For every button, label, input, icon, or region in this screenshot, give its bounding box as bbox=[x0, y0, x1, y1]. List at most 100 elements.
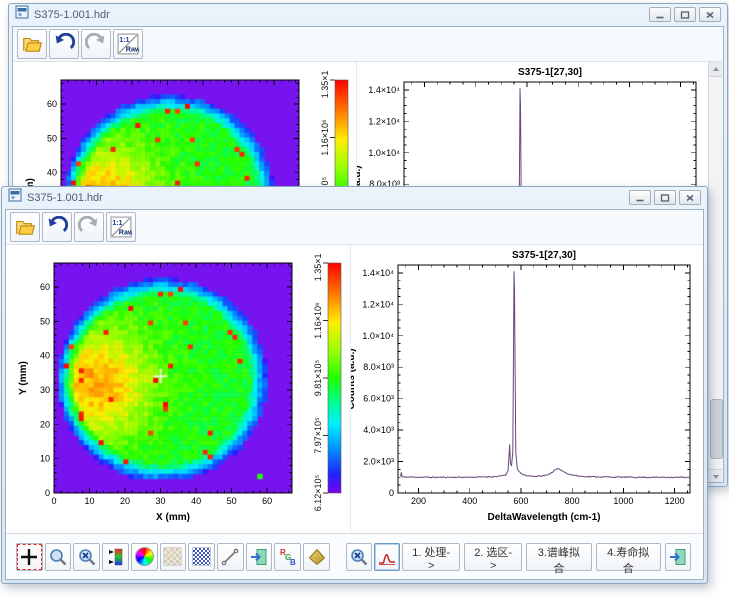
heatmap-panel: 01020304050600102030405060X (mm)Y (mm) 6… bbox=[6, 245, 350, 536]
open-folder-icon bbox=[14, 216, 36, 238]
scroll-down-button[interactable] bbox=[709, 469, 722, 483]
window-front[interactable]: S375-1.001.hdr 1:1 Raw bbox=[1, 186, 708, 584]
export-icon bbox=[249, 547, 269, 567]
zoom-reset-button[interactable] bbox=[346, 543, 372, 571]
svg-text:7.97×10⁵: 7.97×10⁵ bbox=[313, 417, 323, 454]
undo-button[interactable] bbox=[42, 212, 72, 242]
svg-text:0: 0 bbox=[389, 488, 394, 498]
step-3-peak-fit-button[interactable]: 3.谱峰拟合 bbox=[526, 543, 591, 571]
bottom-toolbar: RGB 1. 处理-> 2. 选区-> 3.谱峰拟合 4.寿命拟合 bbox=[6, 533, 703, 579]
arrow-up-icon bbox=[713, 67, 719, 71]
export-data-button[interactable] bbox=[665, 543, 691, 571]
arrow-down-icon bbox=[713, 475, 719, 479]
export-icon bbox=[668, 547, 688, 567]
surface-3d-button[interactable] bbox=[303, 543, 330, 571]
titlebar[interactable]: S375-1.001.hdr bbox=[9, 4, 727, 25]
magnifier-icon bbox=[48, 547, 68, 567]
svg-text:200: 200 bbox=[411, 496, 426, 506]
colorbar: 6.12×10⁵7.97×10⁵9.81×10⁵1.16×10⁶1.35×10⁶ bbox=[292, 253, 346, 533]
svg-text:60: 60 bbox=[40, 282, 50, 292]
svg-text:20: 20 bbox=[120, 496, 130, 506]
magnifier-x-icon bbox=[77, 547, 97, 567]
svg-text:600: 600 bbox=[513, 496, 528, 506]
redo-icon bbox=[85, 33, 107, 55]
undo-button[interactable] bbox=[49, 29, 79, 59]
svg-text:1.4×10⁴: 1.4×10⁴ bbox=[362, 268, 394, 278]
svg-text:10: 10 bbox=[85, 496, 95, 506]
redo-button[interactable] bbox=[74, 212, 104, 242]
svg-text:Raw: Raw bbox=[119, 229, 132, 237]
window-title: S375-1.001.hdr bbox=[27, 192, 624, 204]
svg-text:B: B bbox=[290, 558, 296, 567]
desktop: S375-1.001.hdr 1:1 Raw bbox=[0, 0, 729, 598]
step-2-region-button[interactable]: 2. 选区-> bbox=[464, 543, 522, 571]
svg-text:2.0×10³: 2.0×10³ bbox=[363, 457, 394, 467]
svg-text:1000: 1000 bbox=[613, 496, 633, 506]
spectrum-panel: 2004006008001000120002.0×10³4.0×10³6.0×1… bbox=[350, 245, 703, 536]
svg-text:50: 50 bbox=[47, 133, 57, 143]
svg-text:1.35×10⁶: 1.35×10⁶ bbox=[313, 253, 323, 281]
svg-text:1:1: 1:1 bbox=[119, 36, 129, 44]
svg-text:S375-1[27,30]: S375-1[27,30] bbox=[512, 250, 576, 261]
minimize-button[interactable] bbox=[649, 7, 671, 22]
svg-text:1.2×10⁴: 1.2×10⁴ bbox=[368, 116, 400, 126]
minimize-button[interactable] bbox=[629, 190, 651, 205]
svg-text:800: 800 bbox=[565, 496, 580, 506]
close-button[interactable] bbox=[699, 7, 721, 22]
spectrum-plot[interactable]: 2004006008001000120002.0×10³4.0×10³6.0×1… bbox=[351, 245, 703, 536]
app-icon bbox=[8, 188, 22, 207]
checker-light-icon bbox=[163, 547, 182, 566]
rgb-icon: RGB bbox=[278, 547, 298, 567]
open-file-button[interactable] bbox=[17, 29, 47, 59]
export-data-button[interactable] bbox=[246, 543, 273, 571]
surface-3d-icon bbox=[307, 547, 327, 567]
svg-text:40: 40 bbox=[40, 351, 50, 361]
raw-scale-button[interactable]: 1:1Raw bbox=[113, 29, 143, 59]
raw-scale-icon: 1:1 Raw bbox=[110, 216, 132, 238]
scroll-up-button[interactable] bbox=[709, 62, 722, 77]
raw-scale-button[interactable]: 1:1 Raw bbox=[106, 212, 136, 242]
color-scale-button[interactable] bbox=[102, 543, 129, 571]
svg-text:40: 40 bbox=[47, 168, 57, 178]
open-file-button[interactable] bbox=[10, 212, 40, 242]
top-toolbar: 1:1 Raw bbox=[6, 210, 703, 245]
step-4-lifetime-fit-button[interactable]: 4.寿命拟合 bbox=[596, 543, 661, 571]
redo-button[interactable] bbox=[81, 29, 111, 59]
svg-text:1.0×10⁴: 1.0×10⁴ bbox=[368, 148, 400, 158]
svg-text:60: 60 bbox=[262, 496, 272, 506]
workflow-group: 1. 处理-> 2. 选区-> 3.谱峰拟合 4.寿命拟合 bbox=[346, 543, 693, 571]
svg-text:30: 30 bbox=[40, 385, 50, 395]
zoom-in-button[interactable] bbox=[45, 543, 72, 571]
peak-fit-button[interactable] bbox=[374, 543, 400, 571]
pattern-light-button[interactable] bbox=[160, 543, 187, 571]
svg-text:1.4×10⁴: 1.4×10⁴ bbox=[368, 85, 400, 95]
svg-text:1:1: 1:1 bbox=[112, 219, 122, 227]
color-wheel-icon bbox=[135, 547, 154, 566]
vertical-scrollbar[interactable] bbox=[708, 62, 723, 483]
svg-text:6.0×10³: 6.0×10³ bbox=[363, 394, 394, 404]
line-profile-button[interactable] bbox=[217, 543, 244, 571]
titlebar[interactable]: S375-1.001.hdr bbox=[2, 187, 707, 208]
redo-icon bbox=[78, 216, 100, 238]
svg-text:1.0×10⁴: 1.0×10⁴ bbox=[362, 331, 394, 341]
peak-curve-icon bbox=[377, 547, 397, 567]
heatmap-image[interactable] bbox=[54, 263, 292, 493]
checker-blue-icon bbox=[192, 547, 211, 566]
svg-text:40: 40 bbox=[191, 496, 201, 506]
maximize-button[interactable] bbox=[654, 190, 676, 205]
svg-text:1.16×10⁶: 1.16×10⁶ bbox=[320, 119, 330, 156]
magnifier-x-icon bbox=[349, 547, 369, 567]
step-1-process-button[interactable]: 1. 处理-> bbox=[402, 543, 460, 571]
rgb-channels-button[interactable]: RGB bbox=[274, 543, 301, 571]
pattern-blue-button[interactable] bbox=[188, 543, 215, 571]
color-wheel-button[interactable] bbox=[131, 543, 158, 571]
close-button[interactable] bbox=[679, 190, 701, 205]
maximize-button[interactable] bbox=[674, 7, 696, 22]
undo-icon bbox=[46, 216, 68, 238]
scrollbar-thumb[interactable] bbox=[710, 399, 723, 459]
svg-text:4.0×10³: 4.0×10³ bbox=[363, 425, 394, 435]
svg-text:60: 60 bbox=[47, 99, 57, 109]
zoom-reset-button[interactable] bbox=[73, 543, 100, 571]
crosshair-select-button[interactable] bbox=[16, 543, 43, 571]
svg-text:Counts (a.u.): Counts (a.u.) bbox=[351, 348, 357, 409]
